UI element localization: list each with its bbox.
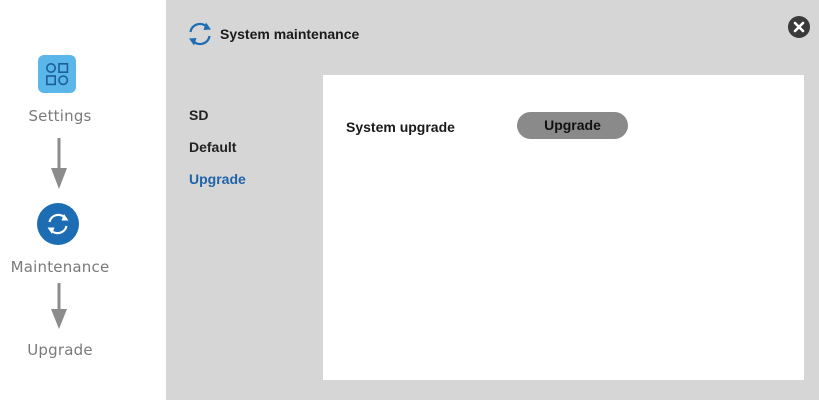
workflow-guide: Settings Maintenance Upgrade	[0, 0, 120, 400]
guide-step-settings: Settings	[28, 107, 92, 125]
upgrade-panel: System upgrade Upgrade	[323, 75, 804, 380]
arrow-down-icon	[49, 138, 69, 195]
settings-grid-icon	[38, 55, 76, 93]
close-icon	[793, 21, 805, 33]
guide-step-maintenance: Maintenance	[10, 258, 110, 276]
refresh-icon	[186, 21, 214, 52]
system-upgrade-label: System upgrade	[346, 119, 455, 135]
dialog-title: System maintenance	[220, 26, 360, 42]
upgrade-button[interactable]: Upgrade	[517, 112, 628, 139]
nav-item-sd[interactable]: SD	[189, 107, 208, 123]
arrow-down-icon	[49, 283, 69, 336]
nav-item-upgrade[interactable]: Upgrade	[189, 171, 246, 187]
guide-step-upgrade: Upgrade	[27, 341, 93, 359]
dialog-header: System maintenance	[166, 0, 819, 62]
nav-item-default[interactable]: Default	[189, 139, 236, 155]
system-maintenance-dialog: System maintenance SD Default Upgrade Sy…	[166, 0, 819, 400]
close-button[interactable]	[788, 16, 810, 38]
refresh-icon	[37, 203, 79, 245]
